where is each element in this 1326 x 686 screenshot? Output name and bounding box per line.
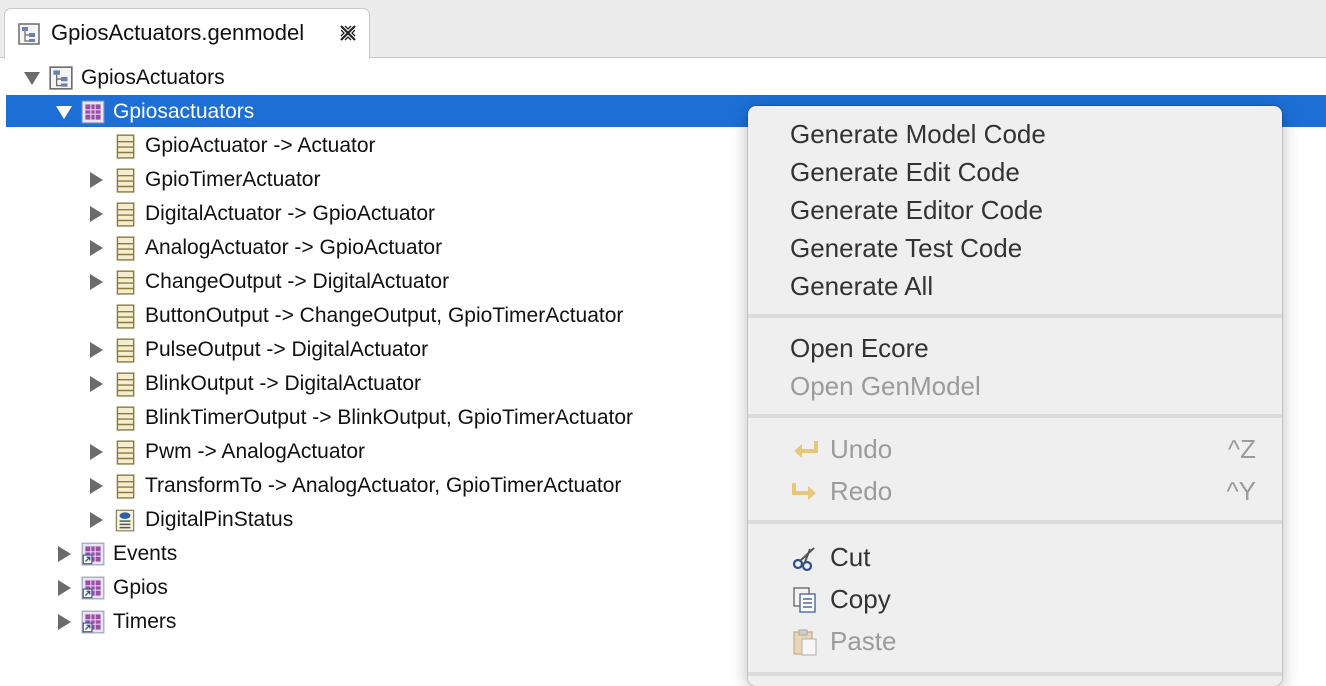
collapsed-triangle-icon[interactable] bbox=[54, 578, 74, 598]
menu-item-label: Redo bbox=[830, 476, 893, 506]
tree-row-root[interactable]: GpiosActuators bbox=[0, 61, 1326, 95]
tree-item-label: ButtonOutput -> ChangeOutput, GpioTimerA… bbox=[145, 304, 624, 327]
collapsed-triangle-icon[interactable] bbox=[86, 238, 106, 258]
eclass-icon bbox=[116, 406, 135, 431]
menu-item-shortcut: ^Y bbox=[1226, 476, 1256, 506]
menu-item-generate[interactable]: Generate Editor Code bbox=[748, 190, 1282, 228]
tree-item-label: BlinkOutput -> DigitalActuator bbox=[145, 372, 422, 395]
tree-item-label: Gpiosactuators bbox=[113, 100, 255, 123]
menu-separator bbox=[748, 414, 1282, 418]
menu-item-redo[interactable]: Redo ^Y bbox=[748, 471, 1282, 509]
eclass-icon bbox=[116, 304, 135, 329]
redo-arrow-icon bbox=[792, 483, 816, 500]
menu-item-shortcut: ^Z bbox=[1227, 434, 1256, 464]
menu-item-label: Undo bbox=[830, 434, 893, 464]
menu-separator bbox=[748, 520, 1282, 524]
collapsed-triangle-icon[interactable] bbox=[54, 612, 74, 632]
menu-item-generate[interactable]: Generate All bbox=[748, 266, 1282, 304]
eclass-icon bbox=[116, 474, 135, 499]
tree-item-label: BlinkTimerOutput -> BlinkOutput, GpioTim… bbox=[145, 406, 634, 429]
tree-item-label: TransformTo -> AnalogActuator, GpioTimer… bbox=[145, 474, 622, 497]
tree-item-label: GpiosActuators bbox=[81, 66, 225, 89]
menu-item-label: Open GenModel bbox=[790, 371, 981, 401]
collapsed-triangle-icon[interactable] bbox=[86, 510, 106, 530]
menu-item-generate[interactable]: Generate Test Code bbox=[748, 228, 1282, 266]
collapsed-triangle-icon[interactable] bbox=[54, 544, 74, 564]
genpackage-icon bbox=[81, 610, 105, 634]
genmodel-icon bbox=[18, 23, 40, 45]
collapsed-triangle-icon[interactable] bbox=[86, 476, 106, 496]
editor-tab[interactable]: GpiosActuators.genmodel bbox=[4, 8, 370, 59]
menu-item-label: Open Ecore bbox=[790, 333, 929, 363]
menu-item-cut[interactable]: Cut bbox=[748, 537, 1282, 575]
menu-item-open-genmodel[interactable]: Open GenModel bbox=[748, 366, 1282, 404]
close-x-icon[interactable] bbox=[336, 21, 360, 45]
tree-item-label: DigitalPinStatus bbox=[145, 508, 294, 531]
tree-item-label: DigitalActuator -> GpioActuator bbox=[145, 202, 436, 225]
menu-separator bbox=[748, 314, 1282, 318]
expanded-triangle-icon[interactable] bbox=[54, 102, 74, 122]
collapsed-triangle-icon[interactable] bbox=[86, 272, 106, 292]
tree-item-label: Gpios bbox=[113, 576, 168, 599]
context-menu: Generate Model Code Generate Edit Code Gen… bbox=[748, 106, 1282, 686]
genpackage-icon bbox=[81, 576, 105, 600]
scissors-icon bbox=[792, 547, 815, 572]
genmodel-icon bbox=[49, 66, 73, 90]
collapsed-triangle-icon[interactable] bbox=[86, 204, 106, 224]
genpackage-icon bbox=[81, 100, 105, 124]
expanded-triangle-icon[interactable] bbox=[22, 68, 42, 88]
genpackage-icon bbox=[81, 542, 105, 566]
tree-item-label: Pwm -> AnalogActuator bbox=[145, 440, 366, 463]
undo-arrow-icon bbox=[794, 441, 818, 458]
eclass-icon bbox=[116, 134, 135, 159]
collapsed-triangle-icon[interactable] bbox=[86, 374, 106, 394]
collapsed-triangle-icon[interactable] bbox=[86, 442, 106, 462]
menu-item-label: Copy bbox=[830, 584, 891, 614]
eclass-icon bbox=[116, 372, 135, 397]
menu-item-label: Generate Editor Code bbox=[790, 195, 1043, 225]
menu-item-generate[interactable]: Generate Edit Code bbox=[748, 152, 1282, 190]
copy-icon bbox=[793, 587, 816, 613]
menu-item-undo[interactable]: Undo ^Z bbox=[748, 429, 1282, 467]
menu-item-open-ecore[interactable]: Open Ecore bbox=[748, 328, 1282, 366]
tree-item-label: ChangeOutput -> DigitalActuator bbox=[145, 270, 450, 293]
menu-item-generate[interactable]: Generate Model Code bbox=[748, 114, 1282, 152]
tree-item-label: PulseOutput -> DigitalActuator bbox=[145, 338, 429, 361]
menu-item-label: Cut bbox=[830, 542, 871, 572]
editor-tab-bar: GpiosActuators.genmodel bbox=[0, 0, 1326, 59]
menu-item-label: Paste bbox=[830, 626, 897, 656]
tree-item-label: GpioActuator -> Actuator bbox=[145, 134, 376, 157]
menu-item-paste[interactable]: Paste bbox=[748, 621, 1282, 659]
eclass-icon bbox=[116, 168, 135, 193]
eclass-icon bbox=[116, 440, 135, 465]
enum-icon bbox=[115, 509, 135, 532]
menu-item-label: Generate Edit Code bbox=[790, 157, 1020, 187]
tree-item-label: Timers bbox=[113, 610, 177, 633]
eclass-icon bbox=[116, 338, 135, 363]
menu-item-label: Generate All bbox=[790, 271, 934, 301]
menu-separator bbox=[748, 672, 1282, 676]
tree-item-label: AnalogActuator -> GpioActuator bbox=[145, 236, 443, 259]
menu-item-label: Generate Test Code bbox=[790, 233, 1023, 263]
collapsed-triangle-icon[interactable] bbox=[86, 170, 106, 190]
tree-item-label: GpioTimerActuator bbox=[145, 168, 321, 191]
collapsed-triangle-icon[interactable] bbox=[86, 340, 106, 360]
menu-item-copy[interactable]: Copy bbox=[748, 579, 1282, 617]
paste-icon bbox=[793, 629, 817, 656]
eclass-icon bbox=[116, 202, 135, 227]
menu-item-label: Generate Model Code bbox=[790, 119, 1046, 149]
eclass-icon bbox=[116, 236, 135, 261]
eclass-icon bbox=[116, 270, 135, 295]
editor-tab-title: GpiosActuators.genmodel bbox=[51, 20, 305, 45]
tree-item-label: Events bbox=[113, 542, 178, 565]
